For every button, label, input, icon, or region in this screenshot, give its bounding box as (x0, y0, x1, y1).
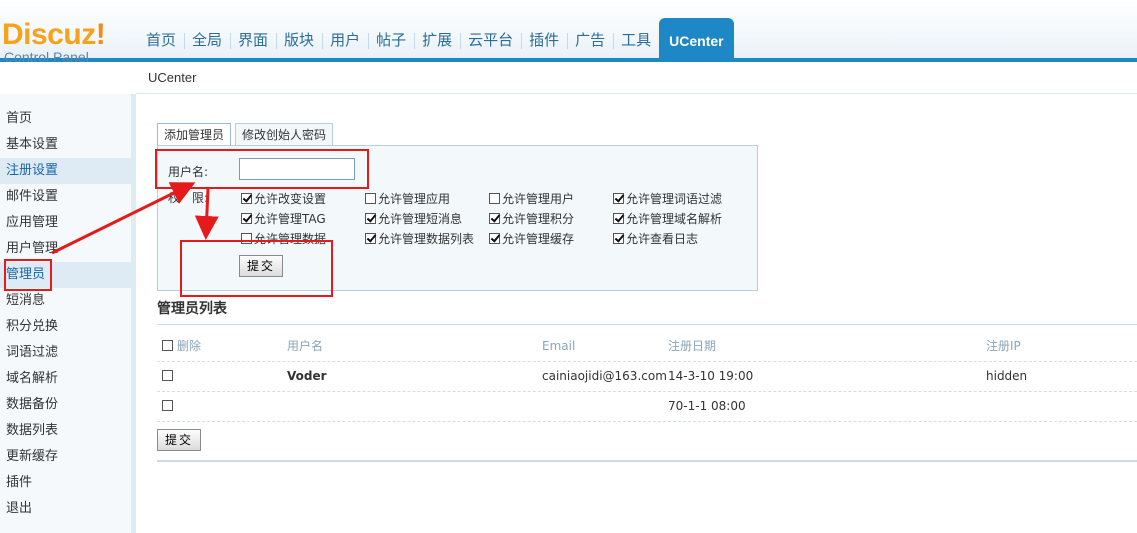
nav-adv[interactable]: 广告 (567, 23, 613, 58)
annotation-box-submit (180, 240, 333, 297)
row-delete-checkbox[interactable] (162, 400, 173, 411)
permission-label: 权 限: (168, 191, 209, 205)
admin-list-submit-button[interactable]: 提交 (157, 429, 202, 451)
top-nav: 首页 全局 界面 版块 用户 帖子 扩展 云平台 插件 广告 工具 UCente… (138, 18, 734, 58)
table-row: 70-1-1 08:00 (157, 392, 1137, 422)
row-reg-date: 14-3-10 19:00 (668, 369, 754, 383)
row-reg-date: 70-1-1 08:00 (668, 399, 746, 413)
col-username: 用户名 (287, 339, 324, 353)
table-row: Voder cainiaojidi@163.com 14-3-10 19:00 … (157, 362, 1137, 392)
perm-checkbox[interactable]: 允许管理应用 (365, 190, 450, 206)
perm-checkbox[interactable]: 允许管理域名解析 (613, 210, 722, 226)
sidebar-item-data-list[interactable]: 数据列表 (0, 418, 131, 444)
nav-plugin[interactable]: 插件 (521, 23, 567, 58)
perm-checkbox[interactable]: 允许管理短消息 (365, 210, 462, 226)
list-bottom-divider (157, 460, 1137, 462)
sidebar-item-backup[interactable]: 数据备份 (0, 392, 131, 418)
nav-user[interactable]: 用户 (322, 23, 368, 58)
perm-checkbox[interactable]: 允许管理TAG (241, 210, 326, 226)
sidebar-item-logout[interactable]: 退出 (0, 496, 131, 522)
nav-forum[interactable]: 版块 (276, 23, 322, 58)
nav-global[interactable]: 全局 (184, 23, 230, 58)
checkbox-icon[interactable] (365, 212, 376, 224)
checkbox-icon[interactable] (489, 232, 500, 244)
sidebar-item-register-settings[interactable]: 注册设置 (0, 158, 131, 184)
tab-bar: 添加管理员 修改创始人密码 (157, 123, 337, 147)
breadcrumb: UCenter (136, 62, 1137, 94)
sidebar: 首页 基本设置 注册设置 邮件设置 应用管理 用户管理 管理员 短消息 积分兑换… (0, 94, 136, 533)
perm-checkbox[interactable]: 允许管理积分 (489, 210, 574, 226)
checkbox-icon[interactable] (365, 192, 376, 204)
tab-add-admin[interactable]: 添加管理员 (157, 123, 232, 147)
checkbox-icon[interactable] (489, 212, 500, 224)
annotation-box-username (155, 149, 369, 189)
col-delete: 删除 (177, 339, 202, 353)
checkbox-icon[interactable] (613, 232, 624, 244)
header: Discuz! Control Panel 首页 全局 界面 版块 用户 帖子 … (0, 0, 1137, 66)
checkbox-icon[interactable] (241, 212, 252, 224)
perm-checkbox[interactable]: 允许查看日志 (613, 230, 698, 246)
sidebar-item-pm[interactable]: 短消息 (0, 288, 131, 314)
nav-extended[interactable]: 扩展 (414, 23, 460, 58)
select-all-checkbox[interactable] (162, 340, 173, 351)
perm-checkbox[interactable]: 允许管理用户 (489, 190, 574, 206)
nav-cloud[interactable]: 云平台 (460, 23, 521, 58)
checkbox-icon[interactable] (613, 212, 624, 224)
col-reg-date: 注册日期 (668, 339, 717, 353)
logo-brand: Discuz (2, 18, 96, 51)
tab-change-founder-password[interactable]: 修改创始人密码 (235, 123, 334, 146)
sidebar-item-word-filter[interactable]: 词语过滤 (0, 340, 131, 366)
nav-style[interactable]: 界面 (230, 23, 276, 58)
logo-bang: ! (95, 18, 106, 51)
col-email: Email (542, 339, 576, 353)
row-email: cainiaojidi@163.com (542, 369, 667, 383)
perm-checkbox[interactable]: 允许改变设置 (241, 190, 326, 206)
row-delete-checkbox[interactable] (162, 370, 173, 381)
checkbox-icon[interactable] (613, 192, 624, 204)
nav-topic[interactable]: 帖子 (368, 23, 414, 58)
sidebar-item-domain[interactable]: 域名解析 (0, 366, 131, 392)
sidebar-item-basic-settings[interactable]: 基本设置 (0, 132, 131, 158)
row-reg-ip: hidden (986, 369, 1028, 383)
admin-table: 删除 用户名 Email 注册日期 注册IP Voder cainiaojidi… (157, 332, 1137, 422)
checkbox-icon[interactable] (365, 232, 376, 244)
sidebar-item-app-management[interactable]: 应用管理 (0, 210, 131, 236)
perm-checkbox[interactable]: 允许管理数据列表 (365, 230, 474, 246)
row-username: Voder (287, 369, 327, 383)
nav-tools[interactable]: 工具 (613, 23, 659, 58)
sidebar-item-mail-settings[interactable]: 邮件设置 (0, 184, 131, 210)
perm-checkbox[interactable]: 允许管理缓存 (489, 230, 574, 246)
checkbox-icon[interactable] (489, 192, 500, 204)
discuz-logo[interactable]: Discuz! Control Panel (2, 18, 106, 66)
sidebar-item-credit-exchange[interactable]: 积分兑换 (0, 314, 131, 340)
sidebar-item-plugin[interactable]: 插件 (0, 470, 131, 496)
table-header: 删除 用户名 Email 注册日期 注册IP (157, 332, 1137, 362)
sidebar-item-home[interactable]: 首页 (0, 106, 131, 132)
nav-ucenter[interactable]: UCenter (659, 18, 734, 58)
annotation-box-sidebar (4, 259, 52, 291)
perm-checkbox[interactable]: 允许管理词语过滤 (613, 190, 722, 206)
sidebar-item-update-cache[interactable]: 更新缓存 (0, 444, 131, 470)
checkbox-icon[interactable] (241, 192, 252, 204)
col-reg-ip: 注册IP (986, 339, 1021, 353)
admin-list-title: 管理员列表 (157, 298, 1137, 325)
nav-home[interactable]: 首页 (138, 23, 184, 58)
